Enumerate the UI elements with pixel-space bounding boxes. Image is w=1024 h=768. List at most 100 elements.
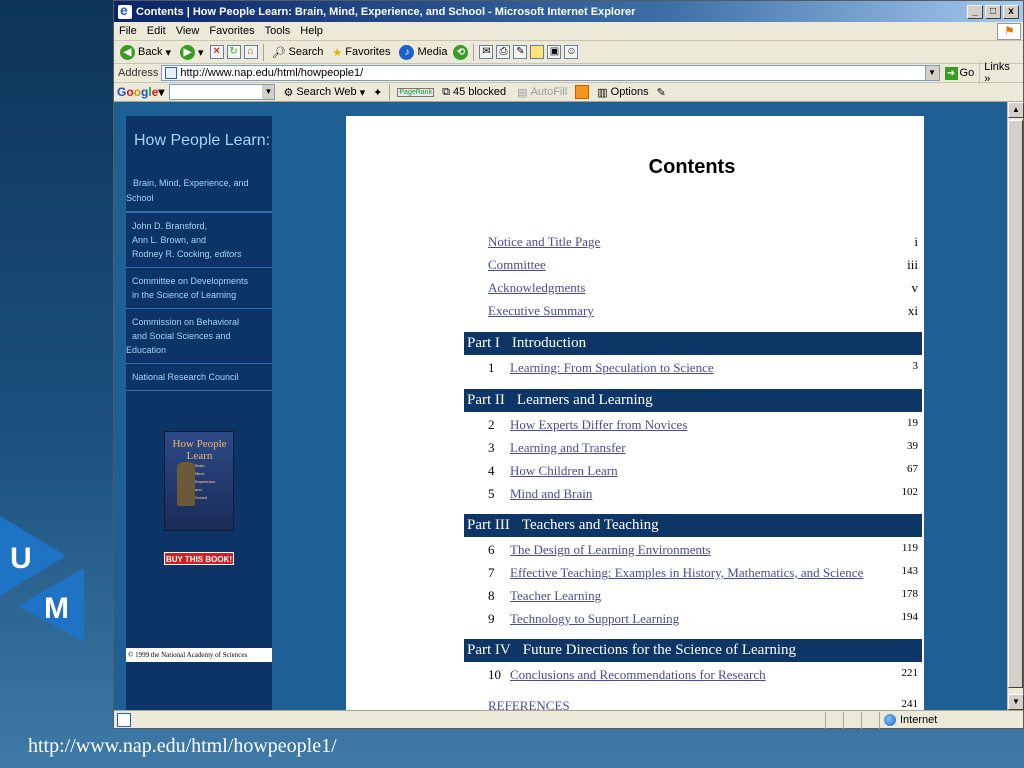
- title-bar: Contents | How People Learn: Brain, Mind…: [114, 1, 1023, 22]
- references-link[interactable]: REFERENCES: [488, 698, 570, 710]
- part-label: Part IV: [467, 642, 511, 658]
- address-input[interactable]: http://www.nap.edu/html/howpeople1/ ▼: [161, 65, 940, 81]
- refresh-icon[interactable]: ↻: [226, 45, 241, 59]
- book-cover-sub: Mind,: [195, 471, 205, 476]
- chapter-row: 6 The Design of Learning Environments 11…: [488, 542, 918, 560]
- go-button[interactable]: ➜ Go: [940, 66, 980, 80]
- page-number: v: [911, 280, 919, 295]
- front-matter-link[interactable]: Notice and Title Page: [488, 234, 600, 249]
- nav-book-title[interactable]: How People Learn:: [126, 116, 272, 176]
- chapter-link[interactable]: Learning: From Speculation to Science: [510, 360, 714, 376]
- nav-book-subtitle[interactable]: Brain, Mind, Experience, and School: [126, 176, 272, 212]
- chapter-number: 9: [488, 611, 495, 626]
- chapter-row: 5 Mind and Brain 102: [488, 486, 918, 504]
- minimize-button[interactable]: _: [967, 4, 983, 19]
- autofill-label: AutoFill: [530, 86, 568, 98]
- chevron-down-icon[interactable]: ▼: [924, 66, 939, 80]
- close-button[interactable]: x: [1003, 4, 1019, 19]
- chapter-link[interactable]: Effective Teaching: Examples in History,…: [510, 565, 863, 581]
- committee-line: in the Science of Learning: [132, 290, 237, 300]
- status-cell: [825, 711, 843, 729]
- star-icon: ★: [332, 46, 343, 59]
- chapter-link[interactable]: How Experts Differ from Novices: [510, 417, 687, 433]
- commission-line: and Social Sciences and: [132, 331, 231, 341]
- menu-file[interactable]: File: [114, 25, 142, 37]
- chevron-down-icon[interactable]: ▼: [262, 85, 275, 99]
- scroll-thumb[interactable]: [1008, 120, 1023, 688]
- chapter-link[interactable]: Mind and Brain: [510, 486, 592, 502]
- chapter-row: 8 Teacher Learning 178: [488, 588, 918, 606]
- committee-line: Committee on Developments: [132, 276, 249, 286]
- globe-icon: [884, 714, 896, 726]
- go-arrow-icon: ➜: [944, 66, 958, 80]
- favorites-button[interactable]: ★ Favorites: [329, 46, 393, 59]
- autofill-button[interactable]: ▤ AutoFill: [514, 86, 570, 99]
- page-number: iii: [907, 257, 918, 272]
- zone-label: Internet: [900, 714, 938, 726]
- forward-button[interactable]: ▶ ▾: [177, 44, 207, 60]
- nav-council-link[interactable]: National Research Council: [126, 364, 272, 391]
- back-label: Back: [138, 46, 163, 58]
- front-matter-link[interactable]: Committee: [488, 257, 546, 272]
- mail-icon[interactable]: ✉: [479, 45, 494, 59]
- chapter-row: 4 How Children Learn 67: [488, 463, 918, 481]
- blogger-icon[interactable]: [575, 85, 590, 99]
- messenger-icon[interactable]: ☺: [564, 45, 579, 59]
- back-arrow-icon: ◀: [120, 44, 135, 60]
- popup-blocker-button[interactable]: ⧉ 45 blocked: [439, 86, 509, 99]
- chevron-down-icon: ▾: [359, 86, 366, 99]
- address-url: http://www.nap.edu/html/howpeople1/: [180, 67, 364, 79]
- discuss-icon[interactable]: ▣: [547, 45, 562, 59]
- search-web-button[interactable]: ⚙ Search Web ▾: [280, 86, 368, 99]
- resize-grip-icon[interactable]: [1009, 712, 1023, 729]
- vertical-scrollbar[interactable]: ▲ ▼: [1007, 102, 1024, 710]
- chapter-row: 1 Learning: From Speculation to Science …: [488, 360, 918, 378]
- menu-tools[interactable]: Tools: [260, 25, 296, 37]
- nav-committee-link[interactable]: Committee on Developments in the Science…: [126, 268, 272, 309]
- menu-view[interactable]: View: [171, 25, 205, 37]
- search-web-label: Search Web: [296, 86, 357, 98]
- stop-icon[interactable]: ✕: [209, 45, 224, 59]
- media-button[interactable]: ♪ Media: [396, 44, 450, 60]
- front-matter-link[interactable]: Executive Summary: [488, 303, 594, 318]
- back-button[interactable]: ◀ Back ▾: [117, 44, 174, 60]
- buy-book-button[interactable]: BUY THIS BOOK!: [164, 552, 234, 565]
- front-matter-item: Acknowledgments v: [488, 280, 918, 298]
- scroll-down-icon[interactable]: ▼: [1008, 694, 1024, 710]
- menu-edit[interactable]: Edit: [142, 25, 171, 37]
- google-search-input[interactable]: ▼: [169, 84, 276, 100]
- nav-commission-link[interactable]: Commission on Behavioral and Social Scie…: [126, 309, 272, 364]
- front-matter-link[interactable]: Acknowledgments: [488, 280, 585, 295]
- page-viewport: How People Learn: Brain, Mind, Experienc…: [114, 102, 1007, 710]
- google-logo[interactable]: Google▾: [117, 85, 164, 99]
- book-cover-image[interactable]: How People Learn Brain, Mind, Experience…: [164, 431, 234, 531]
- history-icon[interactable]: ⟲: [453, 44, 469, 60]
- pagerank-icon[interactable]: PageRank: [397, 87, 435, 97]
- links-button[interactable]: Links »: [979, 61, 1023, 85]
- menu-help[interactable]: Help: [295, 25, 328, 37]
- chapter-link[interactable]: Teacher Learning: [510, 588, 601, 604]
- print-icon[interactable]: ⎙: [496, 45, 511, 59]
- book-cover-sub: Brain,: [195, 463, 206, 468]
- menu-favorites[interactable]: Favorites: [204, 25, 259, 37]
- chapter-row: 9 Technology to Support Learning 194: [488, 611, 918, 629]
- chapter-number: 8: [488, 588, 495, 603]
- edit-icon[interactable]: ✎: [513, 45, 528, 59]
- chapter-link[interactable]: The Design of Learning Environments: [510, 542, 711, 558]
- page-status-icon: [117, 713, 131, 727]
- front-matter-item: Committee iii: [488, 257, 918, 275]
- page-number: 143: [901, 565, 919, 577]
- search-button[interactable]: 🔎︎ Search: [269, 46, 327, 59]
- maximize-button[interactable]: □: [985, 4, 1001, 19]
- news-icon[interactable]: ✦: [373, 86, 382, 99]
- chapter-link[interactable]: Technology to Support Learning: [510, 611, 679, 627]
- chapter-link[interactable]: How Children Learn: [510, 463, 618, 479]
- pencil-icon[interactable]: ✎: [657, 86, 666, 99]
- folder-icon[interactable]: [530, 45, 545, 59]
- chapter-link[interactable]: Learning and Transfer: [510, 440, 626, 456]
- scroll-up-icon[interactable]: ▲: [1008, 102, 1024, 118]
- chapter-number: 2: [488, 417, 495, 432]
- chapter-link[interactable]: Conclusions and Recommendations for Rese…: [510, 667, 766, 683]
- options-button[interactable]: ▥ Options: [594, 86, 651, 99]
- home-icon[interactable]: ⌂: [243, 45, 258, 59]
